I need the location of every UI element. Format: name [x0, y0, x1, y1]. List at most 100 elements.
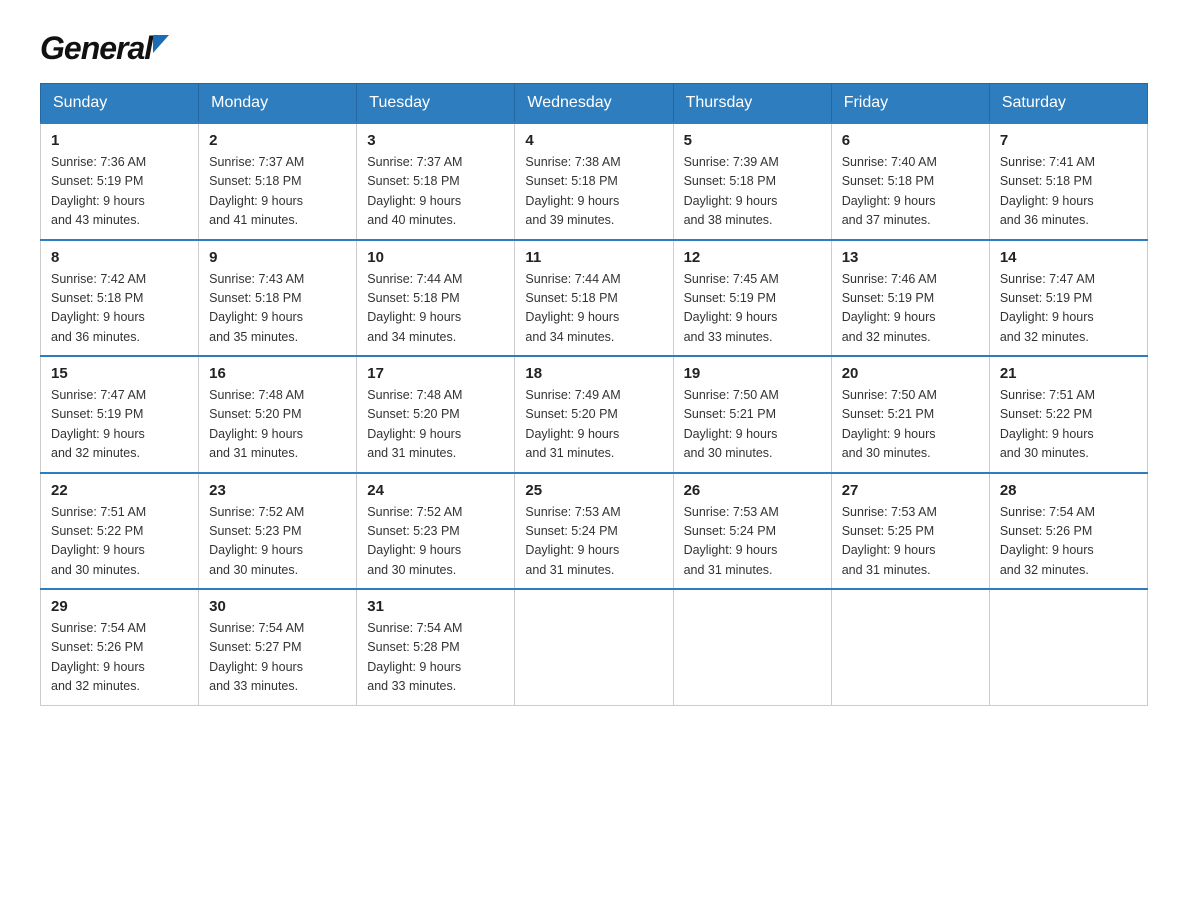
day-cell: 16 Sunrise: 7:48 AMSunset: 5:20 PMDayligh… [199, 356, 357, 473]
day-cell: 17 Sunrise: 7:48 AMSunset: 5:20 PMDayligh… [357, 356, 515, 473]
day-number: 21 [1000, 365, 1137, 382]
day-info: Sunrise: 7:53 AMSunset: 5:24 PMDaylight:… [684, 503, 821, 581]
day-info: Sunrise: 7:41 AMSunset: 5:18 PMDaylight:… [1000, 153, 1137, 231]
day-number: 14 [1000, 249, 1137, 266]
day-number: 9 [209, 249, 346, 266]
day-info: Sunrise: 7:49 AMSunset: 5:20 PMDaylight:… [525, 386, 662, 464]
day-cell: 19Sunrise: 7:50 AMSunset: 5:21 PMDayligh… [673, 356, 831, 473]
day-number: 7 [1000, 132, 1137, 149]
day-cell: 7 Sunrise: 7:41 AMSunset: 5:18 PMDaylight… [989, 123, 1147, 240]
day-cell: 3 Sunrise: 7:37 AMSunset: 5:18 PMDaylight… [357, 123, 515, 240]
day-info: Sunrise: 7:38 AMSunset: 5:18 PMDaylight:… [525, 153, 662, 231]
day-number: 11 [525, 249, 662, 266]
day-number: 1 [51, 132, 188, 149]
day-cell: 11 Sunrise: 7:44 AMSunset: 5:18 PMDayligh… [515, 240, 673, 357]
day-cell: 24Sunrise: 7:52 AMSunset: 5:23 PMDayligh… [357, 473, 515, 590]
day-number: 17 [367, 365, 504, 382]
logo-general: General [40, 30, 152, 67]
day-cell: 8 Sunrise: 7:42 AMSunset: 5:18 PMDaylight… [41, 240, 199, 357]
day-number: 28 [1000, 482, 1137, 499]
day-cell: 2Sunrise: 7:37 AMSunset: 5:18 PMDaylight… [199, 123, 357, 240]
day-info: Sunrise: 7:44 AMSunset: 5:18 PMDaylight:… [525, 270, 662, 348]
day-cell: 31Sunrise: 7:54 AMSunset: 5:28 PMDayligh… [357, 589, 515, 705]
day-number: 3 [367, 132, 504, 149]
day-cell: 1Sunrise: 7:36 AMSunset: 5:19 PMDaylight… [41, 123, 199, 240]
day-number: 6 [842, 132, 979, 149]
day-cell: 22 Sunrise: 7:51 AMSunset: 5:22 PMDayligh… [41, 473, 199, 590]
col-header-wednesday: Wednesday [515, 84, 673, 124]
day-info: Sunrise: 7:37 AMSunset: 5:18 PMDaylight:… [367, 153, 504, 231]
day-number: 10 [367, 249, 504, 266]
day-number: 5 [684, 132, 821, 149]
day-number: 16 [209, 365, 346, 382]
day-number: 29 [51, 598, 188, 615]
day-cell: 4 Sunrise: 7:38 AMSunset: 5:18 PMDaylight… [515, 123, 673, 240]
day-number: 15 [51, 365, 188, 382]
day-info: Sunrise: 7:43 AMSunset: 5:18 PMDaylight:… [209, 270, 346, 348]
day-cell [831, 589, 989, 705]
day-cell [673, 589, 831, 705]
page-header: General [40, 30, 1148, 63]
col-header-thursday: Thursday [673, 84, 831, 124]
day-cell [989, 589, 1147, 705]
day-info: Sunrise: 7:48 AMSunset: 5:20 PMDaylight:… [367, 386, 504, 464]
day-info: Sunrise: 7:45 AMSunset: 5:19 PMDaylight:… [684, 270, 821, 348]
day-info: Sunrise: 7:47 AMSunset: 5:19 PMDaylight:… [1000, 270, 1137, 348]
day-info: Sunrise: 7:53 AMSunset: 5:25 PMDaylight:… [842, 503, 979, 581]
day-number: 25 [525, 482, 662, 499]
col-header-friday: Friday [831, 84, 989, 124]
day-number: 23 [209, 482, 346, 499]
day-info: Sunrise: 7:54 AMSunset: 5:26 PMDaylight:… [1000, 503, 1137, 581]
day-number: 20 [842, 365, 979, 382]
col-header-sunday: Sunday [41, 84, 199, 124]
day-cell: 26 Sunrise: 7:53 AMSunset: 5:24 PMDayligh… [673, 473, 831, 590]
day-info: Sunrise: 7:53 AMSunset: 5:24 PMDaylight:… [525, 503, 662, 581]
day-info: Sunrise: 7:46 AMSunset: 5:19 PMDaylight:… [842, 270, 979, 348]
day-number: 30 [209, 598, 346, 615]
day-cell: 6 Sunrise: 7:40 AMSunset: 5:18 PMDaylight… [831, 123, 989, 240]
week-row-2: 8 Sunrise: 7:42 AMSunset: 5:18 PMDaylight… [41, 240, 1148, 357]
day-info: Sunrise: 7:50 AMSunset: 5:21 PMDaylight:… [684, 386, 821, 464]
day-info: Sunrise: 7:47 AMSunset: 5:19 PMDaylight:… [51, 386, 188, 464]
day-cell: 21 Sunrise: 7:51 AMSunset: 5:22 PMDayligh… [989, 356, 1147, 473]
day-info: Sunrise: 7:48 AMSunset: 5:20 PMDaylight:… [209, 386, 346, 464]
day-number: 26 [684, 482, 821, 499]
day-cell: 14 Sunrise: 7:47 AMSunset: 5:19 PMDayligh… [989, 240, 1147, 357]
week-row-5: 29 Sunrise: 7:54 AMSunset: 5:26 PMDayligh… [41, 589, 1148, 705]
day-info: Sunrise: 7:44 AMSunset: 5:18 PMDaylight:… [367, 270, 504, 348]
day-info: Sunrise: 7:39 AMSunset: 5:18 PMDaylight:… [684, 153, 821, 231]
week-row-4: 22 Sunrise: 7:51 AMSunset: 5:22 PMDayligh… [41, 473, 1148, 590]
day-number: 8 [51, 249, 188, 266]
day-info: Sunrise: 7:51 AMSunset: 5:22 PMDaylight:… [51, 503, 188, 581]
day-number: 18 [525, 365, 662, 382]
day-cell: 13 Sunrise: 7:46 AMSunset: 5:19 PMDayligh… [831, 240, 989, 357]
week-row-3: 15 Sunrise: 7:47 AMSunset: 5:19 PMDayligh… [41, 356, 1148, 473]
day-number: 22 [51, 482, 188, 499]
day-cell: 27 Sunrise: 7:53 AMSunset: 5:25 PMDayligh… [831, 473, 989, 590]
day-number: 13 [842, 249, 979, 266]
calendar-table: SundayMondayTuesdayWednesdayThursdayFrid… [40, 83, 1148, 706]
day-cell: 29 Sunrise: 7:54 AMSunset: 5:26 PMDayligh… [41, 589, 199, 705]
day-info: Sunrise: 7:54 AMSunset: 5:26 PMDaylight:… [51, 619, 188, 697]
day-info: Sunrise: 7:40 AMSunset: 5:18 PMDaylight:… [842, 153, 979, 231]
day-number: 12 [684, 249, 821, 266]
day-info: Sunrise: 7:54 AMSunset: 5:28 PMDaylight:… [367, 619, 504, 697]
week-row-1: 1Sunrise: 7:36 AMSunset: 5:19 PMDaylight… [41, 123, 1148, 240]
day-number: 27 [842, 482, 979, 499]
day-number: 2 [209, 132, 346, 149]
col-header-tuesday: Tuesday [357, 84, 515, 124]
col-header-monday: Monday [199, 84, 357, 124]
day-info: Sunrise: 7:54 AMSunset: 5:27 PMDaylight:… [209, 619, 346, 697]
day-cell: 25 Sunrise: 7:53 AMSunset: 5:24 PMDayligh… [515, 473, 673, 590]
day-cell: 9 Sunrise: 7:43 AMSunset: 5:18 PMDaylight… [199, 240, 357, 357]
day-cell: 20 Sunrise: 7:50 AMSunset: 5:21 PMDayligh… [831, 356, 989, 473]
day-info: Sunrise: 7:52 AMSunset: 5:23 PMDaylight:… [209, 503, 346, 581]
day-info: Sunrise: 7:51 AMSunset: 5:22 PMDaylight:… [1000, 386, 1137, 464]
day-number: 4 [525, 132, 662, 149]
day-cell: 23 Sunrise: 7:52 AMSunset: 5:23 PMDayligh… [199, 473, 357, 590]
day-cell: 10 Sunrise: 7:44 AMSunset: 5:18 PMDayligh… [357, 240, 515, 357]
day-number: 24 [367, 482, 504, 499]
day-info: Sunrise: 7:42 AMSunset: 5:18 PMDaylight:… [51, 270, 188, 348]
day-info: Sunrise: 7:50 AMSunset: 5:21 PMDaylight:… [842, 386, 979, 464]
day-cell: 15 Sunrise: 7:47 AMSunset: 5:19 PMDayligh… [41, 356, 199, 473]
